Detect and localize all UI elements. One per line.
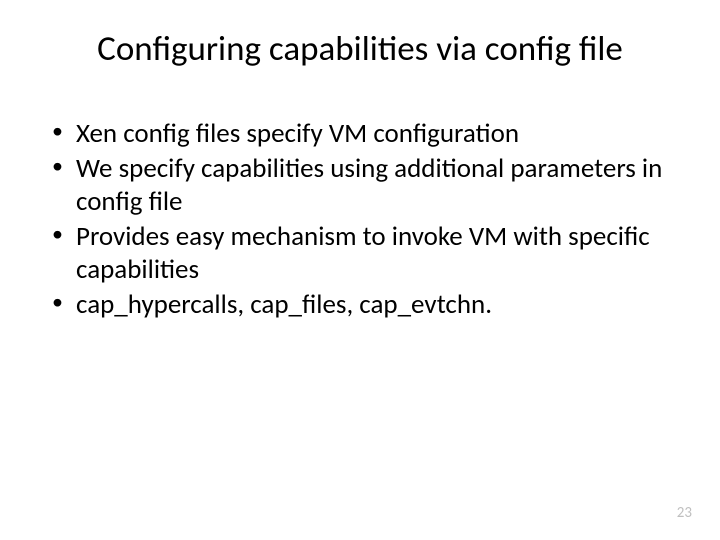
slide-container: Configuring capabilities via config file… <box>0 0 720 540</box>
list-item: We specify capabilities using additional… <box>52 153 680 219</box>
bullet-list: Xen config files specify VM configuratio… <box>40 118 680 322</box>
list-item: Xen config files specify VM configuratio… <box>52 118 680 151</box>
page-number: 23 <box>677 504 692 522</box>
slide-title: Configuring capabilities via config file <box>40 28 680 70</box>
list-item: cap_hypercalls, cap_files, cap_evtchn. <box>52 289 680 322</box>
list-item: Provides easy mechanism to invoke VM wit… <box>52 221 680 287</box>
